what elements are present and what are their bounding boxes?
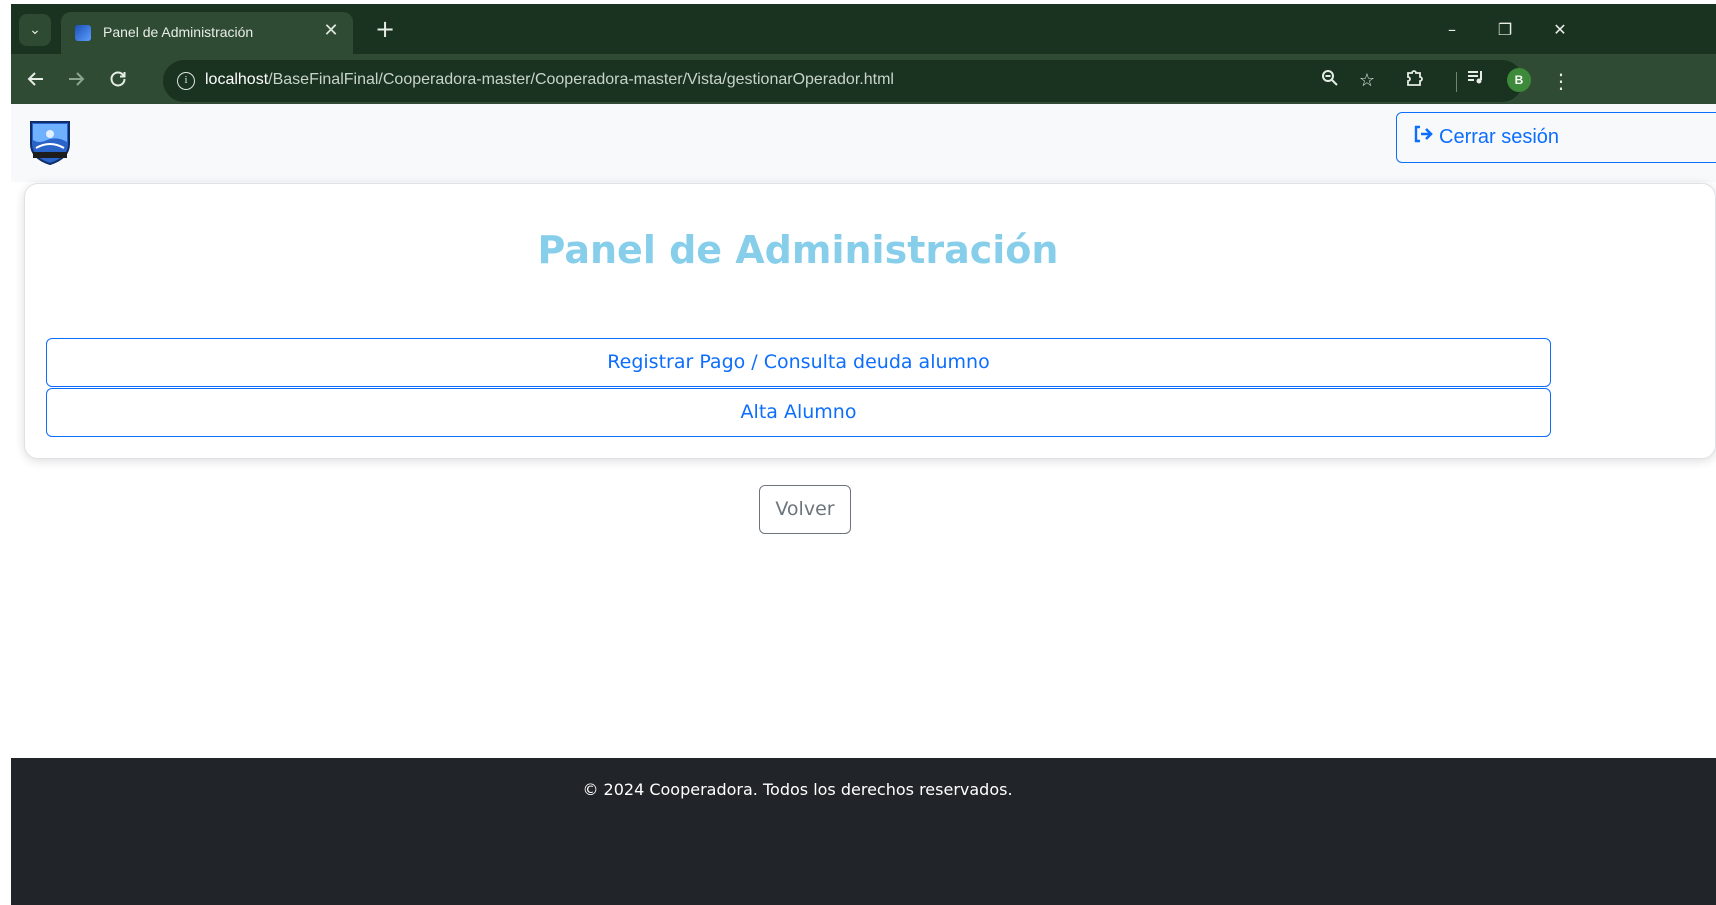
close-window-button[interactable]: ✕ (1546, 18, 1574, 42)
forward-arrow-icon[interactable] (61, 66, 91, 96)
url-text[interactable]: localhost/BaseFinalFinal/Cooperadora-mas… (205, 71, 894, 89)
info-icon[interactable]: i (177, 72, 195, 90)
toolbar-divider (1456, 72, 1457, 92)
back-button[interactable]: Volver (759, 485, 851, 534)
sign-out-icon (1413, 113, 1433, 162)
page: Cerrar sesión Panel de Administración Re… (11, 104, 1716, 905)
restore-button[interactable]: ❐ (1491, 18, 1519, 42)
kebab-menu-icon[interactable]: ⋮ (1551, 66, 1571, 96)
minimize-button[interactable]: – (1438, 18, 1466, 42)
page-title: Panel de Administración (537, 228, 1059, 272)
footer-copyright: © 2024 Cooperadora. Todos los derechos r… (582, 780, 1013, 799)
navbar: Cerrar sesión (11, 104, 1716, 182)
add-student-button[interactable]: Alta Alumno (46, 388, 1551, 437)
url-path: /BaseFinalFinal/Cooperadora-master/Coope… (268, 71, 894, 88)
new-tab-button[interactable]: + (371, 16, 399, 44)
url-host: localhost (205, 71, 269, 88)
register-payment-button[interactable]: Registrar Pago / Consulta deuda alumno (46, 338, 1551, 387)
favicon-icon (75, 25, 91, 41)
back-arrow-icon[interactable] (21, 66, 51, 96)
puzzle-icon[interactable] (1401, 67, 1427, 93)
media-control-icon[interactable] (1463, 67, 1489, 93)
school-logo[interactable] (27, 118, 73, 166)
profile-avatar[interactable]: B (1507, 68, 1531, 92)
desktop-edge (0, 0, 11, 905)
reload-icon[interactable] (103, 66, 133, 96)
address-bar[interactable]: i localhost/BaseFinalFinal/Cooperadora-m… (163, 60, 1523, 102)
tab-strip: ⌄ Panel de Administración ✕ + – ❐ ✕ (11, 4, 1716, 54)
active-tab[interactable]: Panel de Administración ✕ (61, 12, 353, 54)
screen: ⌄ Panel de Administración ✕ + – ❐ ✕ i lo… (0, 0, 1716, 905)
logout-button[interactable]: Cerrar sesión (1396, 112, 1716, 163)
star-icon[interactable]: ☆ (1355, 69, 1379, 93)
tab-search-button[interactable]: ⌄ (19, 14, 51, 46)
logout-label: Cerrar sesión (1439, 126, 1560, 148)
footer: © 2024 Cooperadora. Todos los derechos r… (11, 758, 1716, 905)
close-tab-icon[interactable]: ✕ (321, 21, 341, 41)
admin-panel-card: Panel de Administración Registrar Pago /… (24, 183, 1716, 459)
browser-chrome: ⌄ Panel de Administración ✕ + – ❐ ✕ i lo… (11, 4, 1716, 114)
zoom-icon[interactable] (1318, 69, 1342, 93)
tab-title: Panel de Administración (103, 24, 254, 40)
